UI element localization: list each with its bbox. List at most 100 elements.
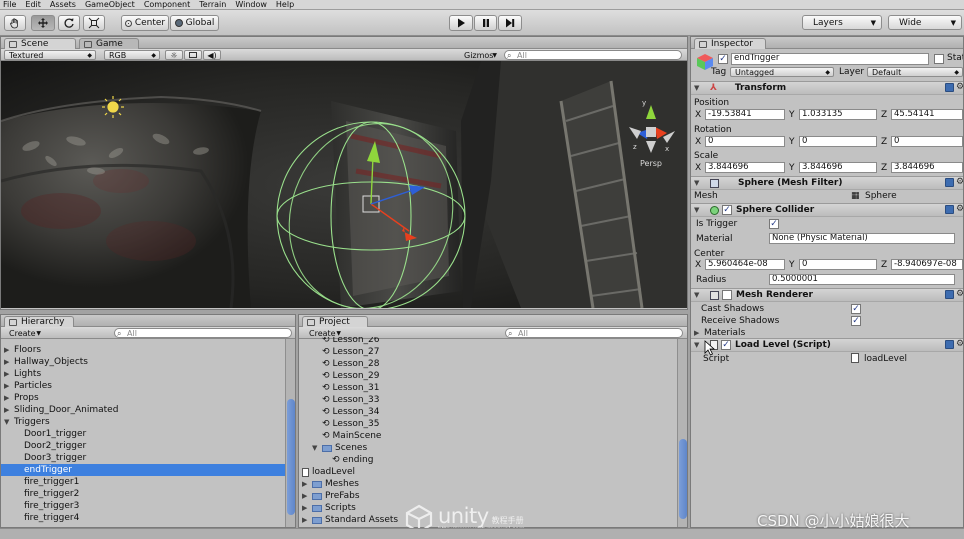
physic-material-field[interactable]: None (Physic Material) (769, 233, 955, 244)
project-item[interactable]: loadLevel (299, 466, 677, 478)
cast-shadows-checkbox[interactable]: ✓ (851, 304, 861, 314)
center-z-field[interactable]: -8.940697e-08 (891, 259, 963, 270)
hierarchy-item[interactable]: ▶ Particles (1, 380, 285, 392)
pivot-center-button[interactable]: Center (121, 15, 169, 31)
mesh-renderer-enabled-checkbox[interactable] (722, 290, 732, 300)
tag-dropdown[interactable]: Untagged ◆ (730, 67, 834, 77)
scene-search-input[interactable]: ⌕ All (504, 50, 682, 60)
gear-icon[interactable]: ⚙ (956, 82, 963, 92)
hierarchy-item[interactable]: ▼ Triggers (1, 416, 285, 428)
mesh-renderer-header[interactable]: ▼ Mesh Renderer (691, 288, 963, 302)
move-tool-button[interactable] (31, 15, 55, 31)
script-value[interactable]: loadLevel (864, 354, 907, 364)
project-item[interactable]: ▶ PreFabs (299, 490, 677, 502)
expand-arrow-icon[interactable]: ▶ (4, 406, 14, 414)
tab-project[interactable]: Project (302, 316, 368, 327)
expand-arrow-icon[interactable]: ▶ (4, 358, 14, 366)
menu-file[interactable]: File (3, 0, 16, 9)
collapse-arrow-icon[interactable]: ▼ (312, 444, 322, 452)
hierarchy-create-dropdown[interactable]: Create ▼ (5, 328, 45, 338)
hierarchy-scroll-thumb[interactable] (287, 399, 295, 515)
project-item[interactable]: ▼ Scenes (299, 442, 677, 454)
project-item[interactable]: ⟲ MainScene (299, 430, 677, 442)
receive-shadows-checkbox[interactable]: ✓ (851, 316, 861, 326)
layout-dropdown[interactable]: Wide ▼ (888, 15, 962, 30)
hierarchy-search-input[interactable]: ⌕ All (114, 328, 292, 338)
expand-arrow-icon[interactable]: ▶ (302, 504, 312, 512)
space-global-button[interactable]: Global (170, 15, 219, 31)
center-x-field[interactable]: 5.960464e-08 (705, 259, 785, 270)
hierarchy-item[interactable]: endTrigger (1, 464, 285, 476)
pause-button[interactable] (474, 15, 497, 31)
project-item[interactable]: ⟲ Lesson_29 (299, 370, 677, 382)
menu-gameobject[interactable]: GameObject (85, 0, 135, 9)
transform-header[interactable]: ▼ ⅄ Transform (691, 81, 963, 95)
gear-icon[interactable]: ⚙ (956, 177, 963, 187)
project-scrollbar[interactable] (677, 339, 687, 527)
position-x-field[interactable]: -19.53841 (705, 109, 785, 120)
play-button[interactable] (449, 15, 473, 31)
position-y-field[interactable]: 1.033135 (799, 109, 877, 120)
layer-dropdown[interactable]: Default ◆ (867, 67, 963, 77)
help-book-icon[interactable] (945, 340, 954, 349)
help-book-icon[interactable] (945, 290, 954, 299)
project-item[interactable]: ⟲ Lesson_27 (299, 346, 677, 358)
hierarchy-item[interactable]: ▶ Sliding_Door_Animated (1, 404, 285, 416)
load-level-script-header[interactable]: ▼ ✓ Load Level (Script) (691, 338, 963, 352)
expand-arrow-icon[interactable]: ▶ (4, 382, 14, 390)
color-mode-dropdown[interactable]: RGB ◆ (104, 50, 160, 60)
load-level-enabled-checkbox[interactable]: ✓ (721, 340, 731, 350)
is-trigger-checkbox[interactable]: ✓ (769, 219, 779, 229)
expand-arrow-icon[interactable]: ▶ (302, 492, 312, 500)
scene-audio-toggle[interactable]: ◀) (203, 50, 221, 60)
project-item[interactable]: ⟲ Lesson_28 (299, 358, 677, 370)
scale-x-field[interactable]: 3.844696 (705, 162, 785, 173)
gizmos-dropdown[interactable]: Gizmos ▼ (460, 50, 500, 60)
help-book-icon[interactable] (945, 178, 954, 187)
gear-icon[interactable]: ⚙ (956, 204, 963, 214)
mesh-value[interactable]: Sphere (865, 191, 897, 201)
menu-edit[interactable]: Edit (25, 0, 41, 9)
center-y-field[interactable]: 0 (799, 259, 877, 270)
scene-viewport[interactable]: y x z Persp (1, 61, 687, 308)
tab-game[interactable]: Game (79, 38, 139, 49)
hierarchy-item[interactable]: fire_trigger4 (1, 512, 285, 524)
scale-y-field[interactable]: 3.844696 (799, 162, 877, 173)
collapse-arrow-icon[interactable]: ▼ (4, 418, 14, 426)
position-z-field[interactable]: 45.54141 (891, 109, 963, 120)
radius-field[interactable]: 0.5000001 (769, 274, 955, 285)
rotation-x-field[interactable]: 0 (705, 136, 785, 147)
project-item[interactable]: ⟲ Lesson_35 (299, 418, 677, 430)
help-book-icon[interactable] (945, 205, 954, 214)
expand-arrow-icon[interactable]: ▶ (4, 370, 14, 378)
menu-window[interactable]: Window (235, 0, 267, 9)
project-item[interactable]: ⟲ ending (299, 454, 677, 466)
hierarchy-item[interactable]: fire_trigger2 (1, 488, 285, 500)
expand-arrow-icon[interactable]: ▶ (4, 394, 14, 402)
menu-component[interactable]: Component (144, 0, 190, 9)
expand-arrow-icon[interactable]: ▶ (302, 516, 312, 524)
sphere-collider-enabled-checkbox[interactable]: ✓ (722, 205, 732, 215)
render-mode-dropdown[interactable]: Textured ◆ (4, 50, 96, 60)
scale-z-field[interactable]: 3.844696 (891, 162, 963, 173)
expand-arrow-icon[interactable]: ▶ (4, 346, 14, 354)
expand-arrow-icon[interactable]: ▶ (302, 480, 312, 488)
static-checkbox[interactable] (934, 54, 944, 64)
hierarchy-item[interactable]: ▶ Floors (1, 344, 285, 356)
hierarchy-item[interactable]: Door3_trigger (1, 452, 285, 464)
project-scroll-thumb[interactable] (679, 439, 687, 519)
materials-foldout[interactable]: ▶ Materials (694, 328, 745, 338)
project-item[interactable]: ⟲ Lesson_31 (299, 382, 677, 394)
project-item[interactable]: ⟲ Lesson_26 (299, 337, 677, 346)
project-item[interactable]: ⟲ Lesson_33 (299, 394, 677, 406)
step-button[interactable] (498, 15, 522, 31)
tab-scene[interactable]: Scene (4, 38, 76, 49)
hierarchy-item[interactable]: Door2_trigger (1, 440, 285, 452)
menu-assets[interactable]: Assets (50, 0, 76, 9)
layers-dropdown[interactable]: Layers ▼ (802, 15, 882, 30)
rotation-z-field[interactable]: 0 (891, 136, 963, 147)
project-item[interactable]: ⟲ Lesson_34 (299, 406, 677, 418)
gear-icon[interactable]: ⚙ (956, 289, 963, 299)
menu-help[interactable]: Help (276, 0, 294, 9)
hierarchy-scrollbar[interactable] (285, 339, 295, 527)
